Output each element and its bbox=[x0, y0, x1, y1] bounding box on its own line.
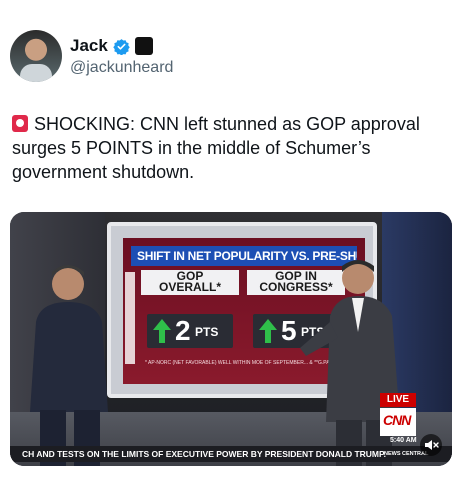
post-text: SHOCKING: CNN left stunned as GOP approv… bbox=[12, 112, 452, 184]
author-handle[interactable]: @jackunheard bbox=[70, 59, 173, 77]
anchor-figure-left bbox=[30, 265, 108, 466]
live-badge: LIVE bbox=[380, 393, 416, 407]
author-avatar[interactable] bbox=[10, 30, 62, 82]
up-arrow-icon bbox=[153, 319, 171, 343]
screen-side-strip bbox=[125, 272, 135, 364]
up-arrow-icon bbox=[259, 319, 277, 343]
ticker-text: CH AND TESTS ON THE LIMITS OF EXECUTIVE … bbox=[22, 449, 386, 459]
avatar-figure bbox=[20, 64, 52, 82]
affiliate-badge-icon[interactable] bbox=[134, 37, 153, 55]
post-media-video[interactable]: SHIFT IN NET POPULARITY VS. PRE-SHUTDOWN… bbox=[10, 212, 452, 466]
metric-unit: PTS bbox=[195, 325, 219, 339]
speaker-muted-icon bbox=[425, 440, 439, 450]
metric-gop-overall: 2 PTS bbox=[147, 314, 233, 348]
verified-badge-icon bbox=[113, 38, 130, 55]
metric-value: 2 bbox=[175, 315, 191, 346]
news-ticker: CH AND TESTS ON THE LIMITS OF EXECUTIVE … bbox=[10, 446, 452, 462]
post-body: SHOCKING: CNN left stunned as GOP approv… bbox=[12, 114, 420, 182]
author-name-row: Jack bbox=[70, 36, 153, 56]
metric-value: 5 bbox=[281, 315, 297, 346]
panel-label-line2: OVERALL* bbox=[158, 280, 221, 294]
broadcast-time: 5:40 AM bbox=[390, 437, 417, 444]
network-logo-text: CNN bbox=[383, 412, 411, 428]
siren-emoji-icon bbox=[12, 115, 28, 132]
panel-gop-overall-label: GOP OVERALL* bbox=[141, 270, 239, 295]
network-logo: CNN bbox=[380, 408, 416, 436]
author-name[interactable]: Jack bbox=[70, 36, 108, 56]
mute-button[interactable] bbox=[420, 434, 442, 456]
